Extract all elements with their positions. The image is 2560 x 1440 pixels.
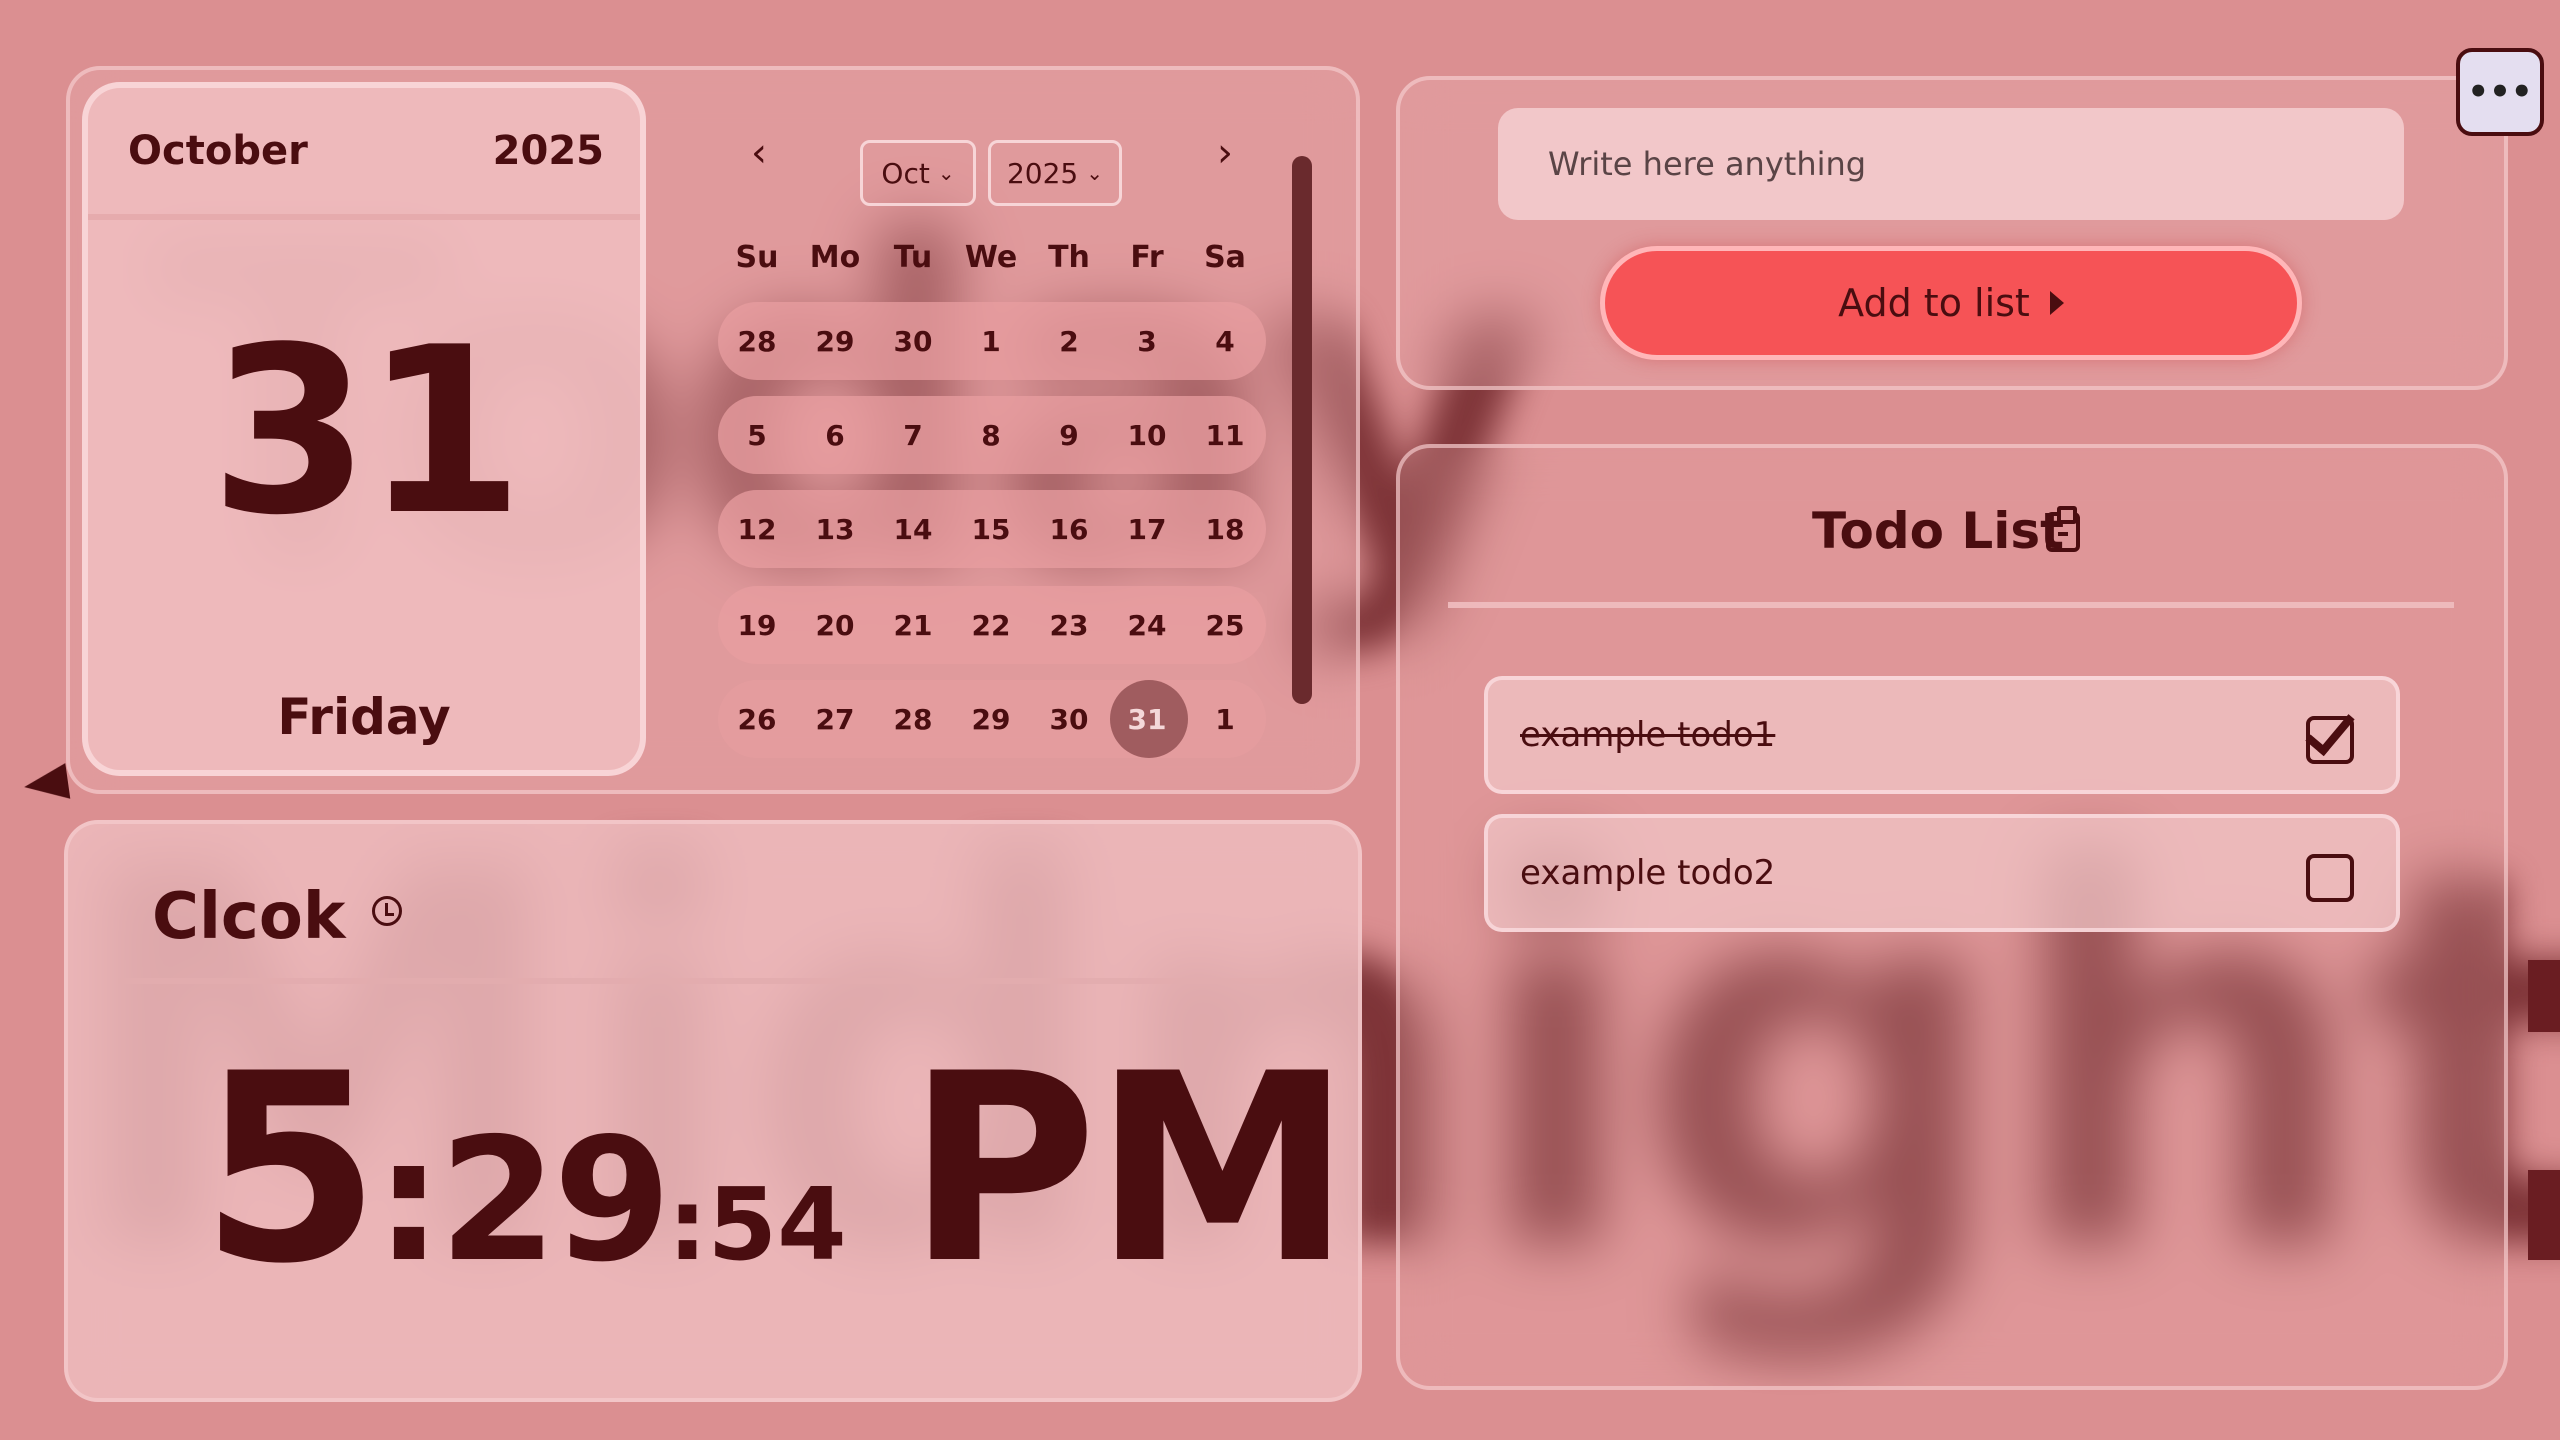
- calendar-day[interactable]: 12: [718, 513, 796, 546]
- play-icon: [2049, 291, 2064, 315]
- calendar-day[interactable]: 29: [952, 703, 1030, 736]
- add-button-label: Add to list: [1838, 281, 2030, 325]
- calendar-day[interactable]: 21: [874, 609, 952, 642]
- weekday-label: Tu: [893, 240, 933, 275]
- clock-seconds: 54: [707, 1166, 847, 1283]
- calendar-day[interactable]: 11: [1186, 419, 1264, 452]
- clock-title: Clcok: [152, 880, 346, 954]
- calendar-day[interactable]: 15: [952, 513, 1030, 546]
- todo-item[interactable]: example todo2: [1484, 814, 2400, 932]
- calendar-day[interactable]: 2: [1030, 325, 1108, 358]
- calendar-day[interactable]: 25: [1186, 609, 1264, 642]
- clock-separator: :: [374, 1102, 443, 1300]
- date-card-day: 31: [209, 299, 524, 566]
- calendar-day[interactable]: 4: [1186, 325, 1264, 358]
- todo-checkbox-checked[interactable]: [2306, 716, 2354, 764]
- date-card: October 2025 31 Friday: [82, 82, 646, 776]
- background-bar: [2528, 960, 2560, 1032]
- todo-input[interactable]: [1498, 108, 2404, 220]
- calendar-week: 26 27 28 29 30 31 1: [718, 680, 1266, 758]
- weekday-label: Mo: [809, 240, 861, 275]
- calendar-day[interactable]: 3: [1108, 325, 1186, 358]
- calendar-day[interactable]: 28: [874, 703, 952, 736]
- calendar-day[interactable]: 10: [1108, 419, 1186, 452]
- todo-checkbox[interactable]: [2306, 854, 2354, 902]
- calendar-day[interactable]: 28: [718, 325, 796, 358]
- calendar-day[interactable]: 22: [952, 609, 1030, 642]
- todo-item-text: example todo1: [1520, 715, 1776, 755]
- calendar-day[interactable]: 8: [952, 419, 1030, 452]
- calendar-day[interactable]: 14: [874, 513, 952, 546]
- calendar-day[interactable]: 30: [1030, 703, 1108, 736]
- calendar-day[interactable]: 18: [1186, 513, 1264, 546]
- date-card-weekday: Friday: [277, 688, 451, 746]
- calendar-day-selected[interactable]: 31: [1108, 703, 1186, 736]
- clock-ampm: PM: [906, 1019, 1352, 1321]
- year-select[interactable]: 2025 ⌄: [988, 140, 1122, 206]
- calendar-day[interactable]: 29: [796, 325, 874, 358]
- chevron-down-icon: ⌄: [1086, 161, 1104, 185]
- calendar-day[interactable]: 9: [1030, 419, 1108, 452]
- clock-separator: :: [667, 1166, 708, 1283]
- date-card-year: 2025: [492, 128, 604, 174]
- ellipsis-icon: •••: [2467, 72, 2533, 112]
- divider: [118, 978, 1308, 984]
- calendar-day[interactable]: 6: [796, 419, 874, 452]
- calendar-day[interactable]: 1: [1186, 703, 1264, 736]
- calendar-day[interactable]: 17: [1108, 513, 1186, 546]
- calendar-week: 28 29 30 1 2 3 4: [718, 302, 1266, 380]
- add-to-list-button[interactable]: Add to list: [1600, 246, 2302, 360]
- calendar-day[interactable]: 27: [796, 703, 874, 736]
- more-options-button[interactable]: •••: [2456, 48, 2544, 136]
- weekday-label: Su: [735, 240, 779, 275]
- calendar-scrollbar[interactable]: [1292, 156, 1312, 704]
- calendar-day[interactable]: 20: [796, 609, 874, 642]
- calendar-day[interactable]: 23: [1030, 609, 1108, 642]
- todo-item[interactable]: example todo1: [1484, 676, 2400, 794]
- date-card-month: October: [128, 128, 308, 174]
- calendar-day[interactable]: 16: [1030, 513, 1108, 546]
- todo-title: Todo List: [1812, 502, 2065, 560]
- weekday-label: Sa: [1204, 240, 1246, 275]
- clock-time: 5:29:54 PM: [200, 1040, 1352, 1300]
- month-select[interactable]: Oct ⌄: [860, 140, 976, 206]
- calendar-day[interactable]: 5: [718, 419, 796, 452]
- calendar-day[interactable]: 13: [796, 513, 874, 546]
- calendar-day[interactable]: 26: [718, 703, 796, 736]
- weekday-label: Fr: [1130, 240, 1164, 275]
- calendar-day[interactable]: 19: [718, 609, 796, 642]
- year-select-value: 2025: [1006, 156, 1079, 190]
- chevron-down-icon: ⌄: [937, 161, 955, 185]
- calendar-week: 12 13 14 15 16 17 18: [718, 490, 1266, 568]
- divider: [1448, 602, 2454, 608]
- background-bar: [2528, 1170, 2560, 1260]
- mouse-cursor-icon: [21, 763, 71, 805]
- clock-minutes: 29: [438, 1102, 672, 1300]
- chevron-right-icon[interactable]: ›: [1200, 130, 1250, 176]
- clock-icon: [372, 896, 402, 926]
- chevron-left-icon[interactable]: ‹: [734, 130, 784, 176]
- calendar-day[interactable]: 24: [1108, 609, 1186, 642]
- calendar-day[interactable]: 7: [874, 419, 952, 452]
- month-select-value: Oct: [881, 156, 930, 190]
- weekday-header: Su Mo Tu We Th Fr Sa: [718, 240, 1264, 275]
- calendar-week: 5 6 7 8 9 10 11: [718, 396, 1266, 474]
- calendar-day[interactable]: 30: [874, 325, 952, 358]
- weekday-label: Th: [1048, 240, 1090, 275]
- clipboard-icon: [2046, 506, 2080, 552]
- todo-item-text: example todo2: [1520, 853, 1776, 893]
- weekday-label: We: [964, 240, 1018, 275]
- calendar-day[interactable]: 1: [952, 325, 1030, 358]
- divider: [88, 214, 640, 220]
- clock-hours: 5: [200, 1019, 381, 1321]
- calendar-week: 19 20 21 22 23 24 25: [718, 586, 1266, 664]
